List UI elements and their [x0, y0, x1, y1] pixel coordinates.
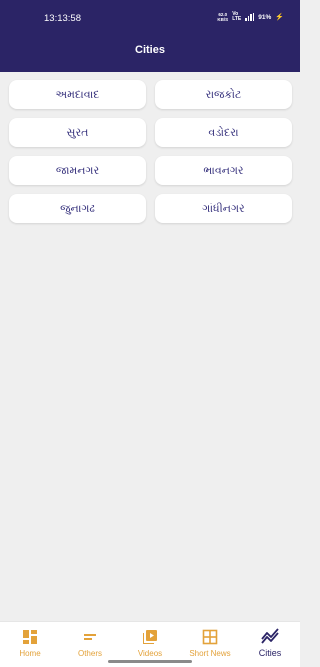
nav-label-videos: Videos: [137, 649, 163, 658]
nav-label-short-news: Short News: [189, 649, 231, 658]
city-card-rajkot[interactable]: રાજકોટ: [155, 80, 292, 109]
trending-icon: [261, 628, 279, 644]
charging-bolt-icon: ⚡: [275, 14, 284, 21]
grid-icon: [202, 629, 218, 645]
status-bar: 13:13:58 62.0 KB/S Vo LTE 91% ⚡: [0, 0, 300, 36]
video-library-icon: [143, 630, 157, 644]
volte-line2: LTE: [232, 16, 242, 22]
city-card-surat[interactable]: સુરત: [9, 118, 146, 147]
city-card-vadodara[interactable]: વડોદરા: [155, 118, 292, 147]
nav-item-cities[interactable]: Cities: [240, 622, 300, 667]
nav-label-cities: Cities: [258, 648, 282, 658]
battery-percent: 91%: [258, 13, 272, 21]
nav-item-home[interactable]: Home: [0, 622, 60, 667]
signal-icon: [245, 13, 255, 21]
status-time: 13:13:58: [44, 13, 81, 24]
network-speed-indicator: 62.0 KB/S: [217, 12, 228, 22]
nav-label-others: Others: [77, 649, 102, 658]
city-card-jamnagar[interactable]: જામનગર: [9, 156, 146, 185]
home-grid-icon: [23, 630, 37, 644]
nav-label-home: Home: [19, 649, 41, 658]
city-card-bhavnagar[interactable]: ભાવનગર: [155, 156, 292, 185]
status-icons: 62.0 KB/S Vo LTE 91% ⚡: [217, 12, 284, 23]
network-speed-unit: KB/S: [217, 17, 229, 22]
home-indicator-bar[interactable]: [108, 660, 192, 663]
city-card-junagadh[interactable]: જુનાગઢ: [9, 194, 146, 223]
volte-indicator: Vo LTE: [232, 12, 241, 22]
city-card-gandhinagar[interactable]: ગાંધીનગર: [155, 194, 292, 223]
page-title: Cities: [135, 44, 165, 56]
city-card-ahmedabad[interactable]: અમદાવાદ: [9, 80, 146, 109]
city-grid: અમદાવાદ રાજકોટ સુરત વડોદરા જામનગર ભાવનગર…: [9, 80, 292, 223]
lines-icon: [84, 634, 96, 640]
app-header: 13:13:58 62.0 KB/S Vo LTE 91% ⚡ Cities: [0, 0, 300, 72]
